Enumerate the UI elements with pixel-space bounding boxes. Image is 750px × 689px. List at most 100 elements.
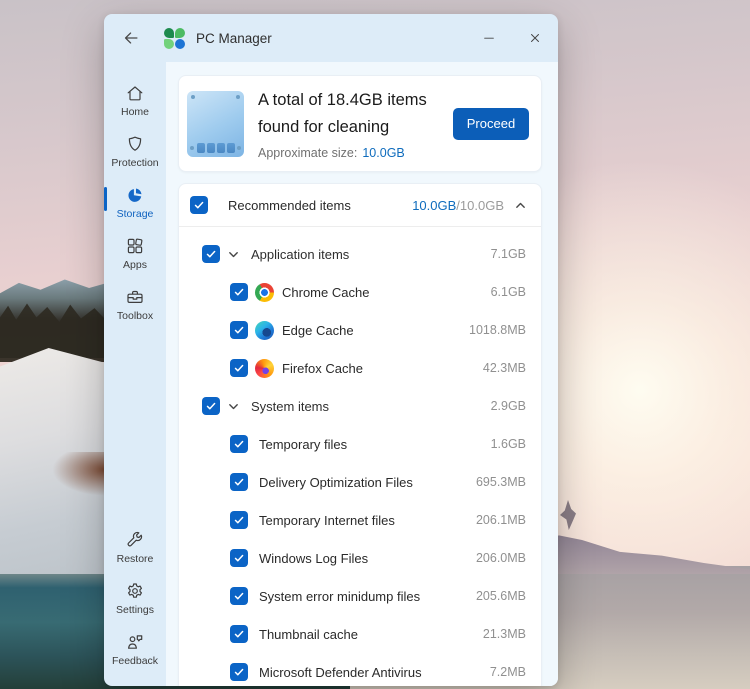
expand-chevron-down-icon[interactable] bbox=[227, 400, 240, 413]
group-size: 7.1GB bbox=[491, 247, 526, 261]
recommended-items-size: 10.0GB / 10.0GB bbox=[412, 198, 527, 213]
item-label: Delivery Optimization Files bbox=[259, 475, 413, 490]
checkbox[interactable] bbox=[230, 321, 248, 339]
sidebar-main-nav: Home ProtectionStorage Apps Toolbox bbox=[104, 76, 166, 331]
checkmark-icon bbox=[233, 590, 245, 602]
checkmark-icon bbox=[233, 286, 245, 298]
sidebar-item-home[interactable]: Home bbox=[104, 76, 166, 124]
item-size: 1018.8MB bbox=[469, 323, 526, 337]
cleanup-item-row[interactable]: System error minidump files205.6MB bbox=[179, 577, 541, 615]
back-button[interactable] bbox=[121, 28, 141, 48]
wallpaper-hill bbox=[540, 528, 750, 574]
proceed-button[interactable]: Proceed bbox=[453, 108, 529, 140]
sidebar: Home ProtectionStorage Apps Toolbox Restore… bbox=[104, 62, 166, 686]
checkmark-icon bbox=[233, 552, 245, 564]
item-size: 21.3MB bbox=[483, 627, 526, 641]
approx-size-row: Approximate size: 10.0GB bbox=[258, 146, 453, 160]
window-title: PC Manager bbox=[196, 31, 272, 46]
pie-chart-icon bbox=[125, 185, 145, 205]
cleanup-item-row[interactable]: Chrome Cache6.1GB bbox=[179, 273, 541, 311]
checkbox[interactable] bbox=[202, 245, 220, 263]
sidebar-item-label: Toolbox bbox=[117, 310, 153, 322]
wrench-icon bbox=[125, 530, 145, 550]
sidebar-item-settings[interactable]: Settings bbox=[104, 574, 166, 622]
cleanup-group-row[interactable]: System items2.9GB bbox=[179, 387, 541, 425]
sidebar-item-feedback[interactable]: Feedback bbox=[104, 625, 166, 673]
checkmark-icon bbox=[233, 438, 245, 450]
checkmark-icon bbox=[233, 514, 245, 526]
sidebar-item-label: Apps bbox=[123, 259, 147, 271]
group-label: System items bbox=[251, 399, 329, 414]
cleanup-item-row[interactable]: Delivery Optimization Files 695.3MB bbox=[179, 463, 541, 501]
minimize-button[interactable] bbox=[466, 14, 512, 62]
sidebar-item-toolbox[interactable]: Toolbox bbox=[104, 280, 166, 328]
checkbox[interactable] bbox=[230, 625, 248, 643]
checkbox[interactable] bbox=[230, 511, 248, 529]
sidebar-item-restore[interactable]: Restore bbox=[104, 523, 166, 571]
expand-chevron-down-icon[interactable] bbox=[227, 248, 240, 261]
group-label: Application items bbox=[251, 247, 349, 262]
edge-icon bbox=[255, 321, 274, 340]
summary-card: A total of 18.4GB items found for cleani… bbox=[178, 75, 542, 172]
recommended-items-header[interactable]: Recommended items 10.0GB / 10.0GB bbox=[179, 184, 541, 227]
checkbox[interactable] bbox=[230, 587, 248, 605]
sidebar-item-apps[interactable]: Apps bbox=[104, 229, 166, 277]
item-size: 206.0MB bbox=[476, 551, 526, 565]
item-label: Windows Log Files bbox=[259, 551, 368, 566]
item-size: 6.1GB bbox=[491, 285, 526, 299]
item-label: Temporary Internet files bbox=[259, 513, 395, 528]
approx-size-value: 10.0GB bbox=[362, 146, 404, 160]
pc-manager-logo-icon bbox=[164, 28, 185, 49]
firefox-icon bbox=[255, 359, 274, 378]
approx-size-label: Approximate size: bbox=[258, 146, 357, 160]
minimize-icon bbox=[482, 31, 496, 45]
cleanup-item-row[interactable]: Edge Cache1018.8MB bbox=[179, 311, 541, 349]
checkmark-icon bbox=[193, 199, 205, 211]
total-size: 10.0GB bbox=[460, 198, 504, 213]
drive-icon bbox=[187, 91, 244, 157]
checkbox[interactable] bbox=[230, 549, 248, 567]
sidebar-item-label: Restore bbox=[117, 553, 154, 565]
wallpaper-bush bbox=[560, 500, 576, 530]
item-label: Microsoft Defender Antivirus bbox=[259, 665, 422, 680]
checkbox[interactable] bbox=[230, 283, 248, 301]
checkmark-icon bbox=[233, 324, 245, 336]
item-size: 695.3MB bbox=[476, 475, 526, 489]
sidebar-item-protection[interactable]: Protection bbox=[104, 127, 166, 175]
checkmark-icon bbox=[233, 362, 245, 374]
item-label: Firefox Cache bbox=[282, 361, 363, 376]
sidebar-item-storage[interactable]: Storage bbox=[104, 178, 166, 226]
collapse-chevron-up-icon[interactable] bbox=[514, 199, 527, 212]
sidebar-item-label: Home bbox=[121, 106, 149, 118]
sidebar-item-label: Feedback bbox=[112, 655, 158, 667]
apps-grid-icon bbox=[125, 236, 145, 256]
item-label: System error minidump files bbox=[259, 589, 420, 604]
close-button[interactable] bbox=[512, 14, 558, 62]
checkbox[interactable] bbox=[230, 473, 248, 491]
checkmark-icon bbox=[233, 476, 245, 488]
item-size: 1.6GB bbox=[491, 437, 526, 451]
checkmark-icon bbox=[233, 628, 245, 640]
cleanup-item-row[interactable]: Thumbnail cache 21.3MB bbox=[179, 615, 541, 653]
cleanup-item-row[interactable]: Temporary Internet files206.1MB bbox=[179, 501, 541, 539]
cleanup-item-row[interactable]: Firefox Cache42.3MB bbox=[179, 349, 541, 387]
cleanup-item-row[interactable]: Windows Log Files 206.0MB bbox=[179, 539, 541, 577]
item-size: 7.2MB bbox=[490, 665, 526, 679]
checkbox[interactable] bbox=[230, 435, 248, 453]
gear-icon bbox=[125, 581, 145, 601]
cleanup-item-row[interactable]: Temporary files1.6GB bbox=[179, 425, 541, 463]
checkbox[interactable] bbox=[230, 359, 248, 377]
recommended-items-checkbox[interactable] bbox=[190, 196, 208, 214]
checkbox[interactable] bbox=[230, 663, 248, 681]
cleanup-group-row[interactable]: Application items 7.1GB bbox=[179, 235, 541, 273]
item-label: Thumbnail cache bbox=[259, 627, 358, 642]
back-arrow-icon bbox=[122, 29, 140, 47]
checkmark-icon bbox=[233, 666, 245, 678]
recommended-items-label: Recommended items bbox=[228, 198, 351, 213]
selected-size: 10.0GB bbox=[412, 198, 456, 213]
cleanup-item-row[interactable]: Microsoft Defender Antivirus 7.2MB bbox=[179, 653, 541, 686]
checkbox[interactable] bbox=[202, 397, 220, 415]
window-controls bbox=[466, 14, 558, 62]
checkmark-icon bbox=[205, 248, 217, 260]
toolbox-icon bbox=[125, 287, 145, 307]
